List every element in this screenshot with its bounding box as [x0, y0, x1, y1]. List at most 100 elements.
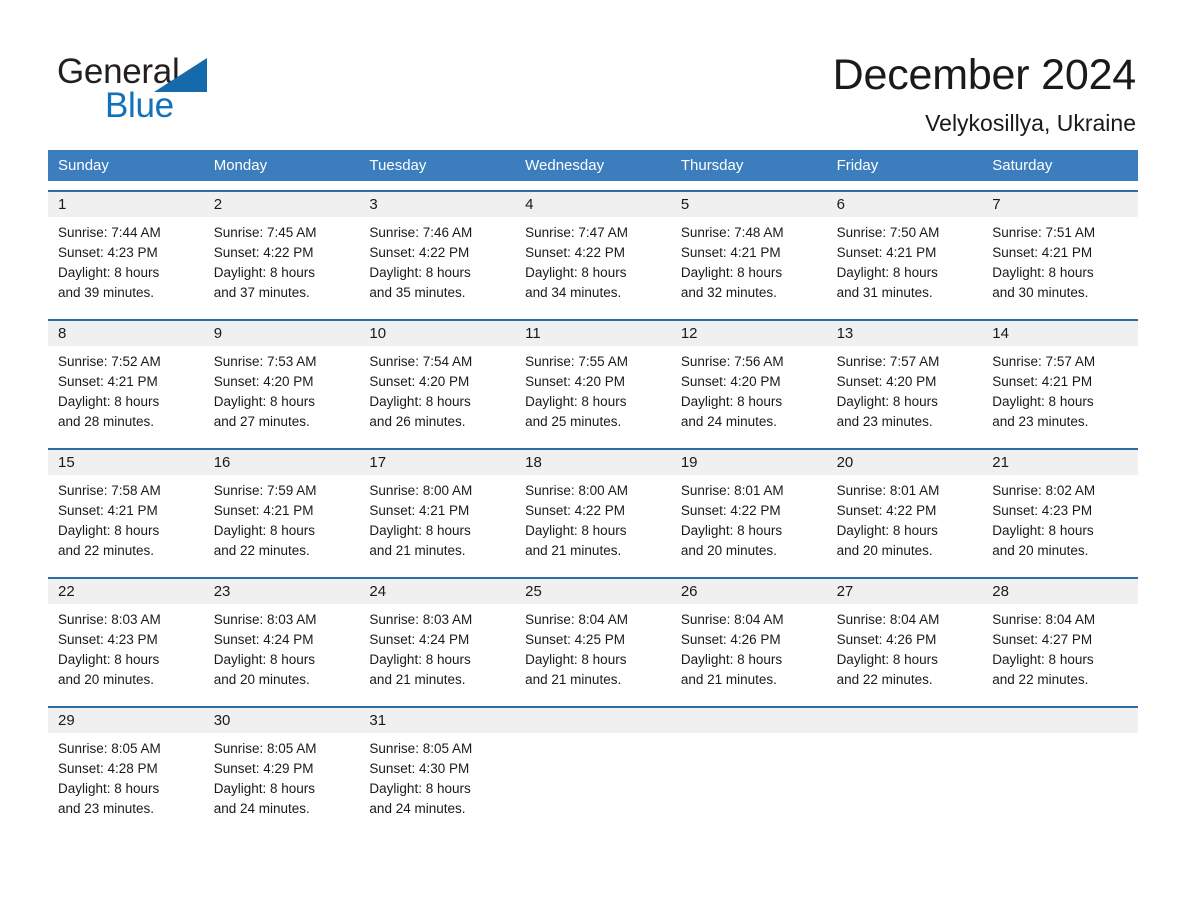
day-cell[interactable]: 13 Sunrise: 7:57 AM Sunset: 4:20 PM Dayl… [826, 321, 983, 439]
sunrise-text: Sunrise: 7:51 AM [992, 225, 1096, 240]
day-cell[interactable]: 31 Sunrise: 8:05 AM Sunset: 4:30 PM Dayl… [359, 708, 516, 826]
weekday-monday: Monday [213, 157, 268, 174]
day-cell[interactable]: 28 Sunrise: 8:04 AM Sunset: 4:27 PM Dayl… [982, 579, 1138, 697]
day-info: Sunrise: 7:55 AM Sunset: 4:20 PM Dayligh… [515, 346, 671, 432]
day-number: 18 [515, 450, 671, 475]
daylight-line2: and 26 minutes. [369, 414, 466, 429]
weekday-header-row: Sunday Monday Tuesday Wednesday Thursday… [48, 150, 1138, 181]
sunrise-text: Sunrise: 7:57 AM [836, 354, 940, 369]
day-info: Sunrise: 8:04 AM Sunset: 4:26 PM Dayligh… [671, 604, 827, 690]
sunrise-text: Sunrise: 7:52 AM [58, 354, 161, 369]
day-cell[interactable]: 4 Sunrise: 7:47 AM Sunset: 4:22 PM Dayli… [515, 192, 671, 310]
sunset-text: Sunset: 4:29 PM [213, 761, 314, 776]
day-cell[interactable]: 19 Sunrise: 8:01 AM Sunset: 4:22 PM Dayl… [670, 450, 827, 568]
calendar-week-row: 1 Sunrise: 7:44 AM Sunset: 4:23 PM Dayli… [48, 190, 1138, 310]
sunset-text: Sunset: 4:22 PM [525, 245, 625, 260]
daylight-line1: Daylight: 8 hours [369, 781, 471, 796]
sunset-text: Sunset: 4:24 PM [369, 632, 470, 647]
day-number: 22 [48, 579, 204, 604]
day-cell[interactable]: 12 Sunrise: 7:56 AM Sunset: 4:20 PM Dayl… [670, 321, 827, 439]
sunrise-text: Sunrise: 7:45 AM [213, 225, 317, 240]
day-cell[interactable]: 8 Sunrise: 7:52 AM Sunset: 4:21 PM Dayli… [48, 321, 204, 439]
daylight-line2: and 34 minutes. [525, 285, 622, 300]
day-number [826, 708, 983, 733]
day-cell[interactable]: 11 Sunrise: 7:55 AM Sunset: 4:20 PM Dayl… [515, 321, 671, 439]
day-cell[interactable]: 29 Sunrise: 8:05 AM Sunset: 4:28 PM Dayl… [48, 708, 204, 826]
daylight-line1: Daylight: 8 hours [525, 394, 627, 409]
day-info: Sunrise: 7:58 AM Sunset: 4:21 PM Dayligh… [48, 475, 204, 561]
daylight-line2: and 39 minutes. [58, 285, 155, 300]
daylight-line1: Daylight: 8 hours [213, 523, 316, 538]
daylight-line1: Daylight: 8 hours [58, 781, 160, 796]
daylight-line1: Daylight: 8 hours [213, 781, 316, 796]
day-cell[interactable]: 14 Sunrise: 7:57 AM Sunset: 4:21 PM Dayl… [982, 321, 1138, 439]
day-number: 13 [826, 321, 983, 346]
day-cell[interactable]: 5 Sunrise: 7:48 AM Sunset: 4:21 PM Dayli… [670, 192, 827, 310]
daylight-line2: and 30 minutes. [992, 285, 1089, 300]
day-cell[interactable]: 30 Sunrise: 8:05 AM Sunset: 4:29 PM Dayl… [203, 708, 360, 826]
daylight-line2: and 23 minutes. [836, 414, 933, 429]
sunrise-text: Sunrise: 8:04 AM [680, 612, 784, 627]
day-cell[interactable]: 21 Sunrise: 8:02 AM Sunset: 4:23 PM Dayl… [982, 450, 1138, 568]
day-cell[interactable]: 23 Sunrise: 8:03 AM Sunset: 4:24 PM Dayl… [203, 579, 360, 697]
sunset-text: Sunset: 4:21 PM [369, 503, 470, 518]
sunrise-text: Sunrise: 8:01 AM [836, 483, 940, 498]
day-cell[interactable]: 7 Sunrise: 7:51 AM Sunset: 4:21 PM Dayli… [982, 192, 1138, 310]
day-cell[interactable]: 9 Sunrise: 7:53 AM Sunset: 4:20 PM Dayli… [203, 321, 360, 439]
day-cell[interactable]: 20 Sunrise: 8:01 AM Sunset: 4:22 PM Dayl… [826, 450, 983, 568]
general-blue-logo[interactable]: General Blue [57, 48, 257, 128]
day-number [515, 708, 671, 733]
day-cell-empty [982, 708, 1138, 826]
day-info: Sunrise: 8:04 AM Sunset: 4:25 PM Dayligh… [515, 604, 671, 690]
day-cell-empty [515, 708, 671, 826]
sunset-text: Sunset: 4:21 PM [58, 374, 158, 389]
sunrise-text: Sunrise: 8:03 AM [369, 612, 473, 627]
day-cell[interactable]: 22 Sunrise: 8:03 AM Sunset: 4:23 PM Dayl… [48, 579, 204, 697]
daylight-line2: and 20 minutes. [680, 543, 777, 558]
day-info: Sunrise: 8:04 AM Sunset: 4:26 PM Dayligh… [827, 604, 983, 690]
daylight-line1: Daylight: 8 hours [58, 394, 160, 409]
sunrise-text: Sunrise: 8:04 AM [525, 612, 628, 627]
day-info: Sunrise: 8:04 AM Sunset: 4:27 PM Dayligh… [982, 604, 1138, 690]
daylight-line1: Daylight: 8 hours [992, 652, 1094, 667]
sunrise-text: Sunrise: 7:55 AM [525, 354, 628, 369]
daylight-line1: Daylight: 8 hours [680, 523, 783, 538]
day-cell[interactable]: 16 Sunrise: 7:59 AM Sunset: 4:21 PM Dayl… [203, 450, 360, 568]
day-info: Sunrise: 8:03 AM Sunset: 4:24 PM Dayligh… [359, 604, 515, 690]
sunset-text: Sunset: 4:25 PM [525, 632, 625, 647]
day-cell[interactable]: 2 Sunrise: 7:45 AM Sunset: 4:22 PM Dayli… [203, 192, 360, 310]
day-cell[interactable]: 6 Sunrise: 7:50 AM Sunset: 4:21 PM Dayli… [826, 192, 983, 310]
day-cell[interactable]: 3 Sunrise: 7:46 AM Sunset: 4:22 PM Dayli… [359, 192, 516, 310]
day-number: 11 [515, 321, 671, 346]
sunset-text: Sunset: 4:22 PM [525, 503, 625, 518]
day-cell[interactable]: 1 Sunrise: 7:44 AM Sunset: 4:23 PM Dayli… [48, 192, 204, 310]
day-cell[interactable]: 24 Sunrise: 8:03 AM Sunset: 4:24 PM Dayl… [359, 579, 516, 697]
daylight-line1: Daylight: 8 hours [680, 265, 783, 280]
day-cell[interactable]: 17 Sunrise: 8:00 AM Sunset: 4:21 PM Dayl… [359, 450, 516, 568]
day-info: Sunrise: 7:48 AM Sunset: 4:21 PM Dayligh… [671, 217, 827, 303]
day-cell[interactable]: 15 Sunrise: 7:58 AM Sunset: 4:21 PM Dayl… [48, 450, 204, 568]
daylight-line2: and 27 minutes. [213, 414, 310, 429]
day-cell[interactable]: 25 Sunrise: 8:04 AM Sunset: 4:25 PM Dayl… [515, 579, 671, 697]
calendar-page: General Blue December 2024 Velykosillya,… [0, 0, 1188, 918]
sunset-text: Sunset: 4:30 PM [369, 761, 470, 776]
daylight-line1: Daylight: 8 hours [525, 652, 627, 667]
daylight-line1: Daylight: 8 hours [213, 265, 316, 280]
day-number: 23 [203, 579, 360, 604]
day-number: 4 [515, 192, 671, 217]
day-number: 16 [203, 450, 360, 475]
day-number: 9 [203, 321, 360, 346]
sunrise-text: Sunrise: 8:01 AM [680, 483, 784, 498]
day-number: 30 [203, 708, 360, 733]
day-cell[interactable]: 27 Sunrise: 8:04 AM Sunset: 4:26 PM Dayl… [826, 579, 983, 697]
day-cell[interactable]: 10 Sunrise: 7:54 AM Sunset: 4:20 PM Dayl… [359, 321, 516, 439]
day-number: 26 [670, 579, 827, 604]
day-number: 24 [359, 579, 516, 604]
day-cell[interactable]: 18 Sunrise: 8:00 AM Sunset: 4:22 PM Dayl… [515, 450, 671, 568]
day-cell[interactable]: 26 Sunrise: 8:04 AM Sunset: 4:26 PM Dayl… [670, 579, 827, 697]
sunset-text: Sunset: 4:21 PM [213, 503, 314, 518]
sunrise-text: Sunrise: 7:44 AM [58, 225, 161, 240]
daylight-line1: Daylight: 8 hours [836, 394, 938, 409]
daylight-line2: and 20 minutes. [58, 672, 155, 687]
day-number: 31 [359, 708, 516, 733]
